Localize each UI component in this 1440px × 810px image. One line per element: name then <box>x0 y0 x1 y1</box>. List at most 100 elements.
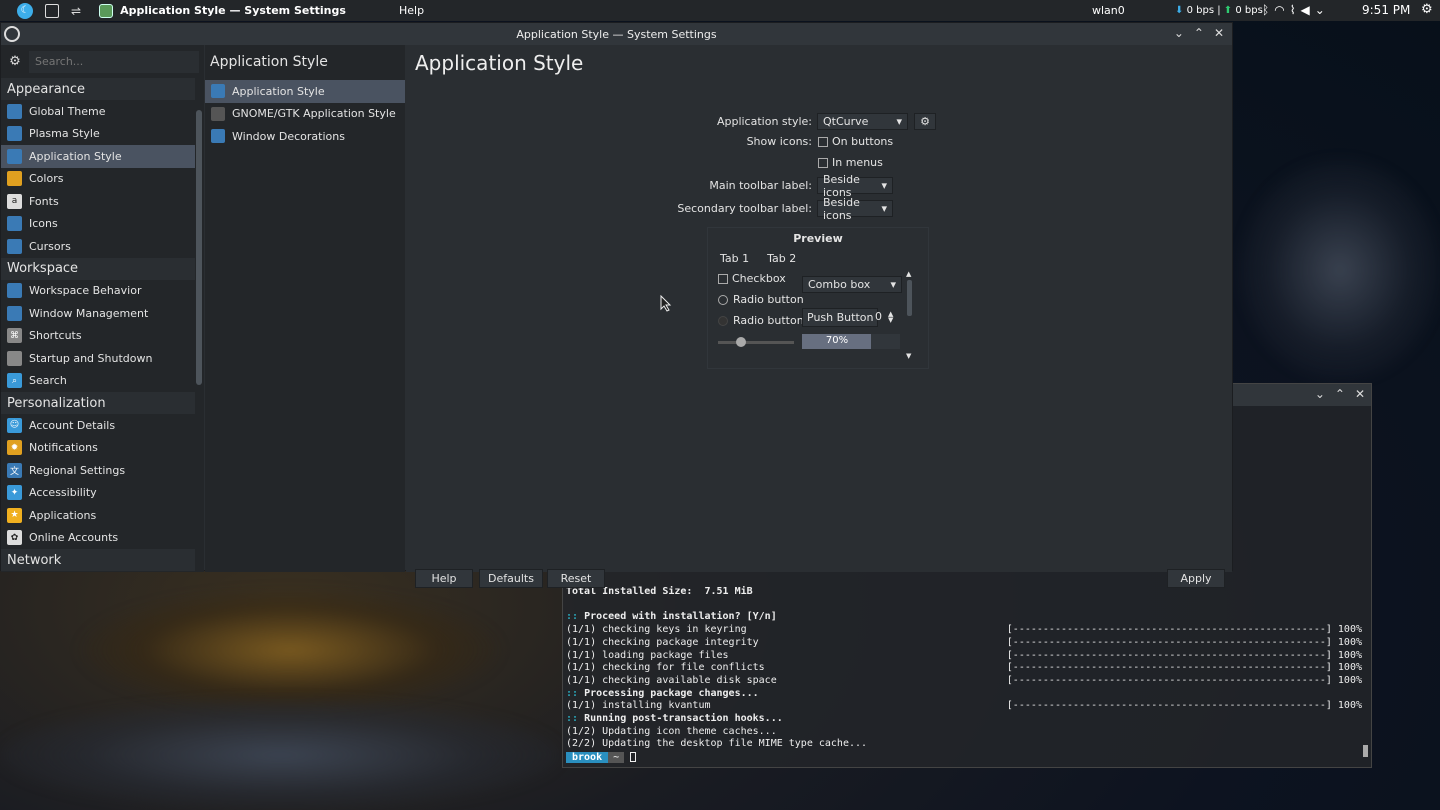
maximize-icon[interactable]: ⌃ <box>1194 26 1204 40</box>
sidebar-item-application-style[interactable]: Application Style <box>1 145 195 168</box>
tray-expand-icon[interactable]: ⌄ <box>1315 3 1330 17</box>
subnav-item-icon <box>211 84 225 99</box>
startup-and-shutdown-icon <box>7 350 22 366</box>
main-toolbar-label: Main toolbar label: <box>709 179 812 192</box>
app-style-label: Application style: <box>716 115 812 128</box>
sidebar-item-notifications[interactable]: ✹ Notifications <box>1 437 195 460</box>
terminal-prefix: :: <box>566 687 579 699</box>
sidebar-scroll-thumb[interactable] <box>196 110 202 385</box>
terminal-progress: [---------------------------------------… <box>1006 674 1362 686</box>
preview-radio-1[interactable]: Radio button <box>718 293 804 306</box>
cursors-icon <box>7 238 22 254</box>
sidebar-item-global-theme[interactable]: Global Theme <box>1 100 195 123</box>
wifi-icon[interactable]: ◠ <box>1274 3 1289 17</box>
preview-radio-2[interactable]: Radio button <box>718 314 804 327</box>
maximize-icon[interactable]: ⌃ <box>1335 387 1345 401</box>
window-titlebar[interactable]: Application Style — System Settings ⌄ ⌃ … <box>1 23 1232 45</box>
terminal-line: Total Installed Size: 7.51 MiB <box>566 586 1364 599</box>
tab-2[interactable]: Tab 2 <box>763 250 800 267</box>
terminal-text: (1/1) checking keys in keyring <box>566 624 747 636</box>
on-buttons-label: On buttons <box>832 135 894 148</box>
app-style-value: QtCurve <box>823 115 869 128</box>
subcategory-list: Application Style Application Style GNOME… <box>205 45 405 572</box>
show-desktop-icon[interactable] <box>45 3 59 18</box>
preview-combo[interactable]: Combo box ▾ <box>802 276 902 293</box>
sidebar-category-network: Network <box>1 549 195 571</box>
tab-1[interactable]: Tab 1 <box>716 250 753 267</box>
sidebar-item-search[interactable]: ⌕ Search <box>1 370 195 393</box>
sidebar-item-icons[interactable]: Icons <box>1 213 195 236</box>
module-content: Application Style Application style: QtC… <box>406 45 1232 588</box>
subnav-item-application-style[interactable]: Application Style <box>205 80 405 103</box>
close-icon[interactable]: ✕ <box>1355 387 1365 401</box>
preview-slider-handle[interactable] <box>735 337 746 347</box>
window-menu-icon[interactable] <box>4 26 20 42</box>
panel-settings-icon[interactable]: ⚙ <box>1421 2 1433 17</box>
apply-button[interactable]: Apply <box>1167 569 1225 588</box>
chevron-down-icon: ▾ <box>896 115 902 128</box>
app-launcher-icon[interactable]: ☾ <box>17 2 33 19</box>
sidebar-item-accessibility[interactable]: ✦ Accessibility <box>1 482 195 505</box>
terminal-prompt[interactable]: brook ~ <box>566 752 1364 765</box>
app-style-combo[interactable]: QtCurve ▾ <box>817 113 908 130</box>
minimize-icon[interactable]: ⌄ <box>1174 26 1184 40</box>
terminal-line: :: Processing package changes... <box>566 688 1364 701</box>
defaults-button[interactable]: Defaults <box>479 569 543 588</box>
terminal-text: Proceed with installation? [Y/n] <box>578 611 777 623</box>
terminal-line: (1/1) checking available disk space [----… <box>566 675 1364 688</box>
search-icon: ⌕ <box>7 373 22 389</box>
subnav-item-window-decorations[interactable]: Window Decorations <box>205 125 405 148</box>
in-menus-checkbox[interactable]: In menus <box>818 156 883 169</box>
global-menu-help[interactable]: Help <box>399 4 424 17</box>
clipboard-icon[interactable]: ⌇ <box>1290 3 1301 17</box>
preview-checkbox[interactable]: Checkbox <box>718 272 786 285</box>
volume-icon[interactable]: ◀ <box>1301 3 1315 17</box>
help-button[interactable]: Help <box>415 569 473 588</box>
scroll-up-icon[interactable]: ▲ <box>906 270 911 278</box>
sidebar-item-colors[interactable]: Colors <box>1 168 195 191</box>
sidebar-item-online-accounts[interactable]: ✿ Online Accounts <box>1 527 195 550</box>
configure-icon[interactable]: ⚙ <box>1 54 29 69</box>
subnav-title: Application Style <box>210 54 328 70</box>
terminal-output[interactable]: Total Installed Size: 7.51 MiB :: Procee… <box>566 586 1364 765</box>
sidebar-item-fonts[interactable]: a Fonts <box>1 190 195 213</box>
main-toolbar-combo[interactable]: Beside icons ▾ <box>817 173 893 199</box>
sidebar-item-workspace-behavior[interactable]: Workspace Behavior <box>1 280 195 303</box>
reset-button[interactable]: Reset <box>547 569 605 588</box>
spin-arrows-icon[interactable]: ▲ ▼ <box>888 310 893 323</box>
configure-style-button[interactable]: ⚙ <box>914 113 936 130</box>
scroll-down-icon[interactable]: ▼ <box>906 352 911 360</box>
secondary-toolbar-combo[interactable]: Beside icons ▾ <box>817 196 893 222</box>
sidebar-item-plasma-style[interactable]: Plasma Style <box>1 123 195 146</box>
preview-pane: Checkbox Radio button Radio button Combo… <box>716 268 920 363</box>
accessibility-icon: ✦ <box>7 485 22 501</box>
chevron-down-icon: ▾ <box>890 278 896 291</box>
show-icons-label: Show icons: <box>746 135 812 148</box>
search-input[interactable] <box>29 50 199 73</box>
sidebar-item-window-management[interactable]: Window Management <box>1 302 195 325</box>
sidebar-item-regional-settings[interactable]: 文 Regional Settings <box>1 459 195 482</box>
minimize-icon[interactable]: ⌄ <box>1315 387 1325 401</box>
system-tray[interactable]: ᛒ◠⌇◀⌄ <box>1262 3 1330 17</box>
workspace-behavior-icon <box>7 283 22 299</box>
terminal-line: (1/1) checking package integrity [-------… <box>566 637 1364 650</box>
close-icon[interactable]: ✕ <box>1214 26 1224 40</box>
sidebar-item-cursors[interactable]: Cursors <box>1 235 195 258</box>
preview-scroll-thumb[interactable] <box>907 280 912 316</box>
subnav-item-icon <box>211 129 225 144</box>
sidebar-item-startup-and-shutdown[interactable]: Startup and Shutdown <box>1 347 195 370</box>
window-list-icon[interactable]: ⇌ <box>71 4 81 18</box>
sidebar-item-shortcuts[interactable]: ⌘ Shortcuts <box>1 325 195 348</box>
preview-push-button[interactable]: Push Button <box>802 308 879 327</box>
active-window-task[interactable]: Application Style — System Settings <box>99 3 346 18</box>
clock[interactable]: 9:51 PM <box>1362 3 1410 17</box>
preview-spinbox[interactable]: 0 ▲ ▼ <box>875 310 893 323</box>
terminal-scroll-thumb[interactable] <box>1363 745 1368 757</box>
on-buttons-checkbox[interactable]: On buttons <box>818 135 893 148</box>
subnav-item-gnome-gtk-application-style[interactable]: GNOME/GTK Application Style <box>205 103 405 126</box>
sidebar-item-account-details[interactable]: ☺ Account Details <box>1 414 195 437</box>
bluetooth-icon[interactable]: ᛒ <box>1262 3 1274 17</box>
preview-slider-track[interactable] <box>718 341 794 344</box>
sidebar-item-applications[interactable]: ★ Applications <box>1 504 195 527</box>
sidebar-item-label: Notifications <box>29 441 98 455</box>
